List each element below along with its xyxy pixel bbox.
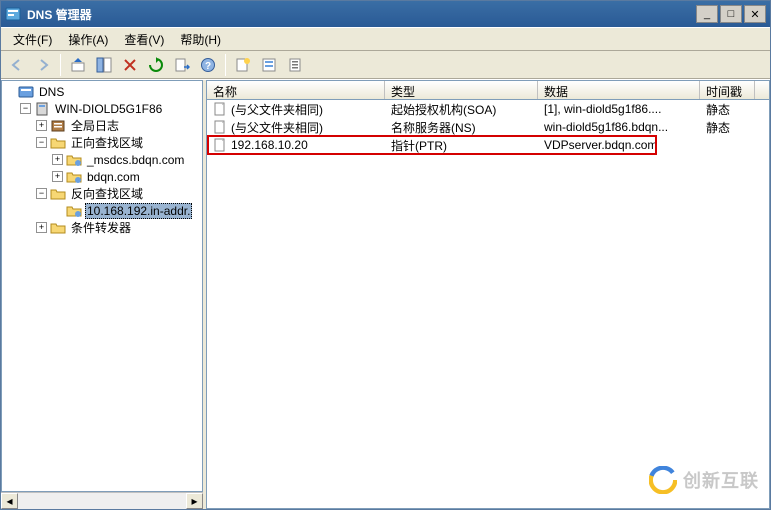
tree-label: 10.168.192.in-addr. (85, 203, 192, 219)
expander-icon (52, 205, 63, 216)
cell-ts: 静态 (700, 101, 755, 118)
collapse-icon[interactable]: − (36, 137, 47, 148)
server-icon (34, 101, 50, 117)
log-icon (50, 118, 66, 134)
watermark-text: 创新互联 (683, 467, 759, 493)
help-button[interactable]: ? (196, 53, 220, 77)
cell-type: 起始授权机构(SOA) (385, 101, 538, 118)
record-icon (213, 138, 227, 152)
window-buttons: _ □ ✕ (696, 5, 766, 23)
cell-data: [1], win-diold5g1f86.... (538, 102, 700, 116)
scroll-right-icon[interactable]: ▸ (186, 493, 203, 509)
cell-name: (与父文件夹相同) (231, 119, 323, 136)
window-title: DNS 管理器 (27, 6, 696, 23)
folder-icon (50, 220, 66, 236)
expand-icon[interactable]: + (36, 222, 47, 233)
tree-label: 正向查找区域 (69, 134, 145, 151)
svg-text:?: ? (205, 61, 211, 72)
cell-data: win-diold5g1f86.bdqn... (538, 120, 700, 134)
watermark: 创新互联 (649, 466, 759, 494)
tree-label: DNS (37, 85, 66, 99)
forward-button[interactable] (31, 53, 55, 77)
app-icon (5, 6, 21, 22)
new-record-button[interactable] (231, 53, 255, 77)
tree-rev-child[interactable]: 10.168.192.in-addr. (52, 202, 202, 219)
export-button[interactable] (170, 53, 194, 77)
expand-icon[interactable]: + (52, 171, 63, 182)
tree-label: bdqn.com (85, 170, 142, 184)
dns-icon (18, 84, 34, 100)
back-button[interactable] (5, 53, 29, 77)
app-window: DNS 管理器 _ □ ✕ 文件(F) 操作(A) 查看(V) 帮助(H) ? (0, 0, 771, 510)
tree-root-dns[interactable]: DNS (4, 83, 202, 100)
tree-cond-forwarders[interactable]: + 条件转发器 (36, 219, 202, 236)
col-ts[interactable]: 时间戳 (700, 81, 755, 99)
scroll-left-icon[interactable]: ◂ (1, 493, 18, 509)
col-name[interactable]: 名称 (207, 81, 385, 99)
menu-file[interactable]: 文件(F) (5, 28, 60, 51)
expand-icon[interactable]: + (52, 154, 63, 165)
cell-name: 192.168.10.20 (231, 138, 308, 152)
delete-button[interactable] (118, 53, 142, 77)
tree-fwd-a[interactable]: + _msdcs.bdqn.com (52, 151, 202, 168)
zone-icon (66, 152, 82, 168)
close-button[interactable]: ✕ (744, 5, 766, 23)
cell-ts: 静态 (700, 119, 755, 136)
scroll-track[interactable] (18, 493, 186, 509)
menu-bar: 文件(F) 操作(A) 查看(V) 帮助(H) (1, 27, 770, 51)
expander-icon (4, 86, 15, 97)
menu-view[interactable]: 查看(V) (116, 28, 172, 51)
tree-reverse-zone[interactable]: − 反向查找区域 (36, 185, 202, 202)
tree-label: 条件转发器 (69, 219, 133, 236)
list-header: 名称 类型 数据 时间戳 (206, 80, 770, 100)
tree-fwd-b[interactable]: + bdqn.com (52, 168, 202, 185)
maximize-button[interactable]: □ (720, 5, 742, 23)
tree-label: _msdcs.bdqn.com (85, 153, 186, 167)
properties-button[interactable] (283, 53, 307, 77)
tree-label: WIN-DIOLD5G1F86 (53, 102, 164, 116)
up-button[interactable] (66, 53, 90, 77)
cell-name: (与父文件夹相同) (231, 101, 323, 118)
toolbar: ? (1, 51, 770, 79)
record-icon (213, 120, 227, 134)
zone-icon (66, 169, 82, 185)
list-body[interactable]: (与父文件夹相同) 起始授权机构(SOA)[1], win-diold5g1f86… (206, 100, 770, 509)
expand-icon[interactable]: + (36, 120, 47, 131)
collapse-icon[interactable]: − (36, 188, 47, 199)
tree-server[interactable]: − WIN-DIOLD5G1F86 (20, 100, 202, 117)
minimize-button[interactable]: _ (696, 5, 718, 23)
col-type[interactable]: 类型 (385, 81, 538, 99)
tree-label: 反向查找区域 (69, 185, 145, 202)
table-row[interactable]: (与父文件夹相同) 起始授权机构(SOA)[1], win-diold5g1f86… (207, 100, 769, 118)
cell-data: VDPserver.bdqn.com (538, 138, 700, 152)
tree-global-log[interactable]: + 全局日志 (36, 117, 202, 134)
table-row[interactable]: 192.168.10.20 指针(PTR)VDPserver.bdqn.com (207, 136, 769, 154)
folder-icon (50, 135, 66, 151)
list-panel: 名称 类型 数据 时间戳 (与父文件夹相同) 起始授权机构(SOA)[1], wi… (206, 80, 770, 509)
menu-action[interactable]: 操作(A) (60, 28, 116, 51)
filter-button[interactable] (257, 53, 281, 77)
tree-hscrollbar[interactable]: ◂ ▸ (1, 492, 203, 509)
cell-type: 名称服务器(NS) (385, 119, 538, 136)
tree-view[interactable]: DNS − WIN-DIOLD5G1F86 (1, 80, 203, 492)
col-data[interactable]: 数据 (538, 81, 700, 99)
cell-type: 指针(PTR) (385, 137, 538, 154)
tree-label: 全局日志 (69, 117, 121, 134)
title-bar: DNS 管理器 _ □ ✕ (1, 1, 770, 27)
collapse-icon[interactable]: − (20, 103, 31, 114)
menu-help[interactable]: 帮助(H) (172, 28, 229, 51)
zone-icon (66, 203, 82, 219)
toolbar-separator-2 (225, 54, 226, 76)
folder-icon (50, 186, 66, 202)
tree-panel: DNS − WIN-DIOLD5G1F86 (1, 80, 206, 509)
show-hide-tree-button[interactable] (92, 53, 116, 77)
table-row[interactable]: (与父文件夹相同) 名称服务器(NS)win-diold5g1f86.bdqn..… (207, 118, 769, 136)
client-area: DNS − WIN-DIOLD5G1F86 (1, 79, 770, 509)
record-icon (213, 102, 227, 116)
refresh-button[interactable] (144, 53, 168, 77)
toolbar-separator (60, 54, 61, 76)
tree-forward-zone[interactable]: − 正向查找区域 (36, 134, 202, 151)
watermark-icon (649, 466, 677, 494)
